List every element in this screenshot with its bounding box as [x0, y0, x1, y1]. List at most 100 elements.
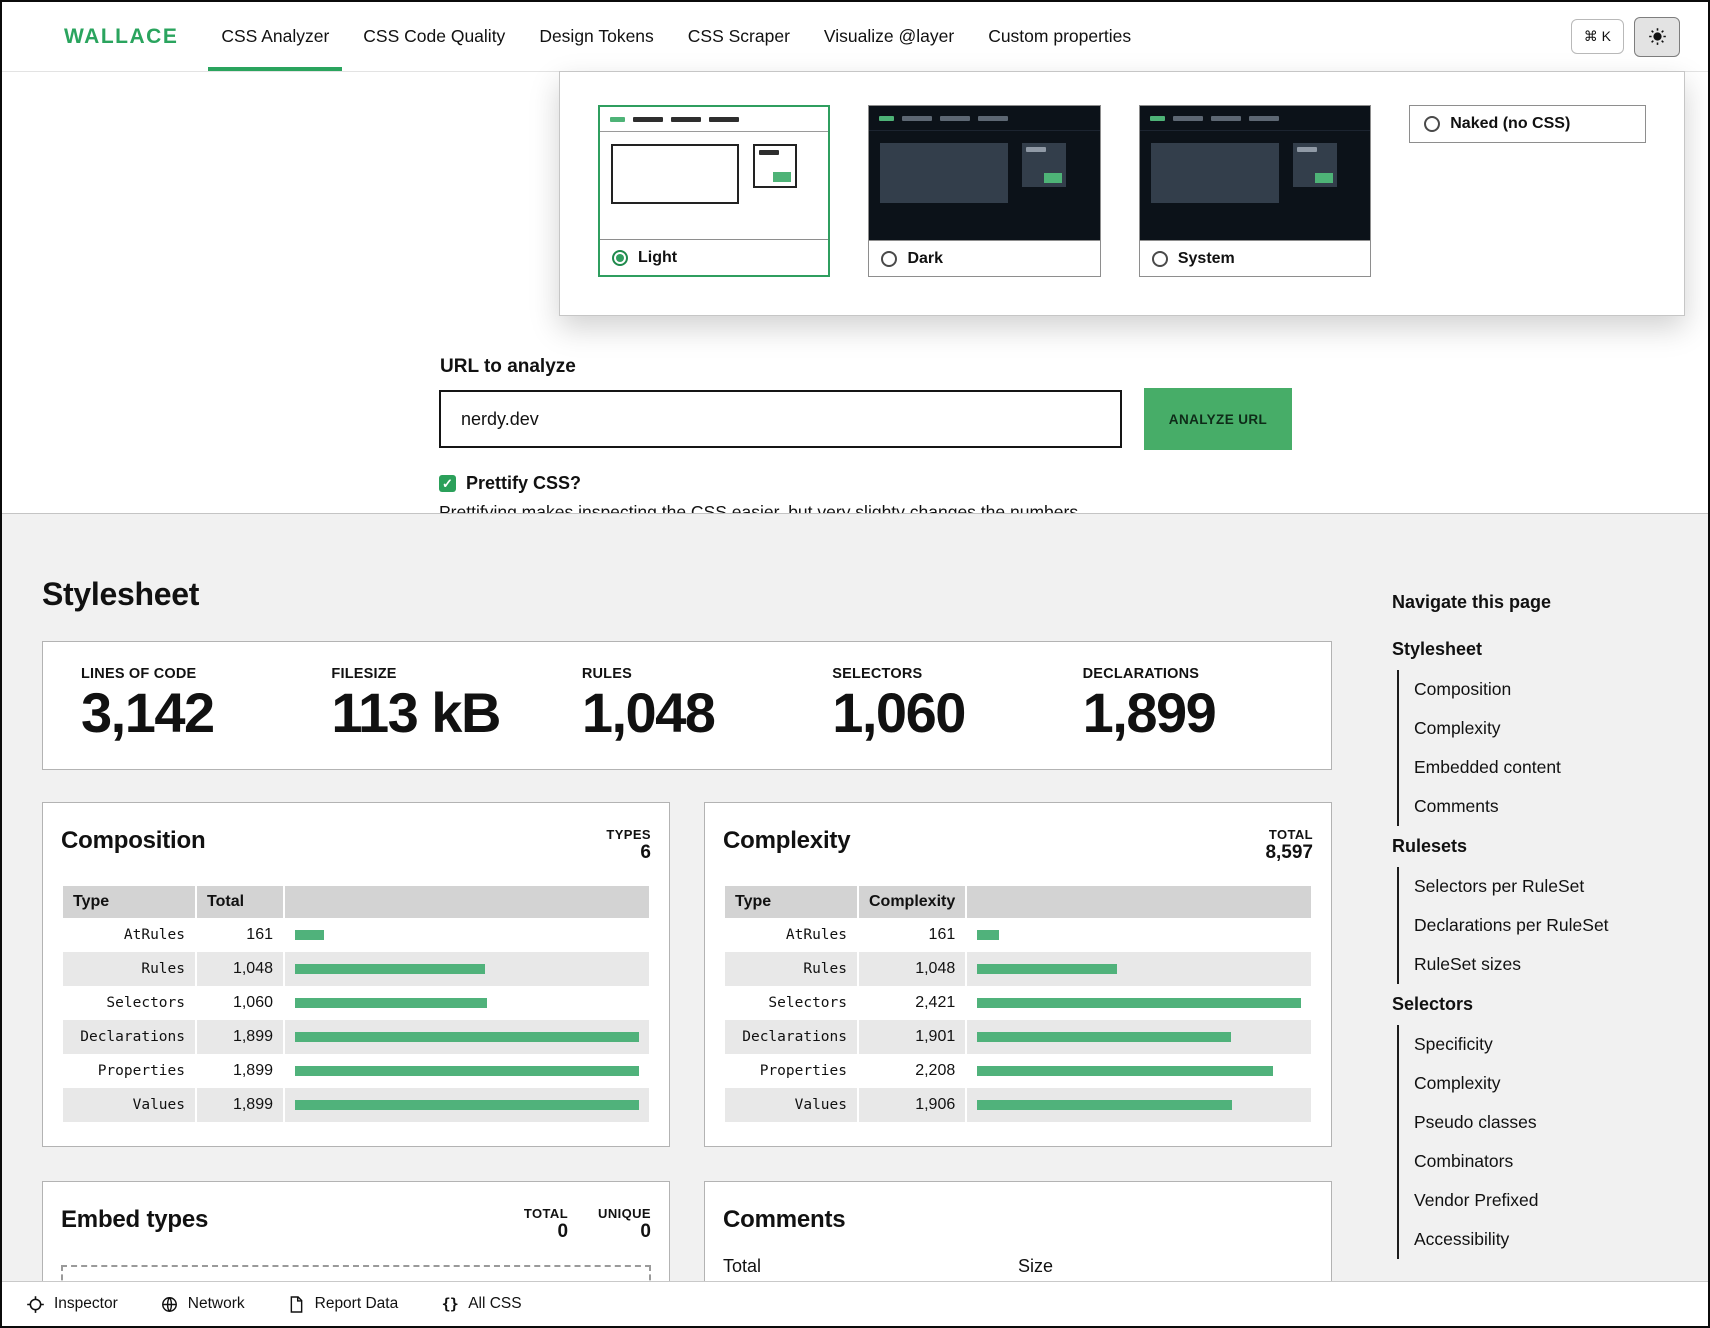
toc-item-accessibility[interactable]: Accessibility — [1414, 1220, 1692, 1259]
theme-toggle-button[interactable] — [1634, 17, 1680, 57]
table-row: Declarations1,899 — [63, 1020, 649, 1054]
light-theme-preview — [600, 107, 828, 239]
row-value: 1,048 — [197, 952, 283, 986]
footer-inspector[interactable]: Inspector — [26, 1295, 118, 1314]
theme-picker-popover: Light Dark — [559, 71, 1685, 316]
toc-group-items: SpecificityComplexityPseudo classesCombi… — [1397, 1025, 1692, 1259]
value-bar — [977, 1100, 1232, 1110]
toc-item-composition[interactable]: Composition — [1414, 670, 1692, 709]
main-nav: CSS AnalyzerCSS Code QualityDesign Token… — [204, 2, 1148, 71]
mock-input — [1151, 143, 1279, 203]
mock-toolbar — [600, 107, 828, 132]
row-type: Properties — [63, 1054, 195, 1088]
radio-naked[interactable] — [1424, 116, 1440, 132]
radio-light[interactable] — [612, 250, 628, 266]
nav-css-analyzer[interactable]: CSS Analyzer — [204, 2, 346, 71]
toc-item-combinators[interactable]: Combinators — [1414, 1142, 1692, 1181]
footer-all-css[interactable]: {}All CSS — [440, 1295, 521, 1314]
mock-button — [1315, 173, 1333, 183]
command-k-button[interactable]: ⌘ K — [1571, 19, 1624, 54]
toc-item-specificity[interactable]: Specificity — [1414, 1025, 1692, 1064]
value-bar — [295, 1066, 639, 1076]
toc-item-vendor-prefixed[interactable]: Vendor Prefixed — [1414, 1181, 1692, 1220]
stat-filesize: FILESIZE113 kB — [311, 666, 561, 741]
column-header — [967, 886, 1311, 918]
page-title: Stylesheet — [42, 576, 1332, 613]
top-nav: WALLACE CSS AnalyzerCSS Code QualityDesi… — [2, 2, 1708, 72]
theme-label: System — [1178, 250, 1235, 268]
dark-theme-preview — [869, 106, 1099, 240]
theme-option-system[interactable]: System — [1139, 105, 1371, 277]
composition-table: Type Total AtRules161Rules1,048Selectors… — [61, 886, 651, 1122]
column-header: Complexity — [859, 886, 965, 918]
toc-item-comments[interactable]: Comments — [1414, 787, 1692, 826]
row-bar-cell — [285, 1054, 649, 1088]
toc-item-embedded-content[interactable]: Embedded content — [1414, 748, 1692, 787]
theme-label: Light — [638, 249, 677, 267]
nav-custom-properties[interactable]: Custom properties — [971, 2, 1148, 71]
toc-groups: StylesheetCompositionComplexityEmbedded … — [1392, 629, 1692, 1259]
footer-network[interactable]: Network — [160, 1295, 245, 1314]
value-bar — [977, 998, 1301, 1008]
radio-dark[interactable] — [881, 251, 897, 267]
footer-report-data[interactable]: Report Data — [287, 1295, 399, 1314]
row-bar-cell — [967, 1054, 1311, 1088]
footer-label: Report Data — [315, 1295, 399, 1313]
stat-rules: RULES1,048 — [562, 666, 812, 741]
stat-label: FILESIZE — [331, 666, 561, 682]
theme-option-naked[interactable]: Naked (no CSS) — [1409, 105, 1646, 143]
prettify-checkbox[interactable]: ✓ — [439, 475, 456, 492]
value-bar — [295, 964, 485, 974]
row-type: Selectors — [725, 986, 857, 1020]
mock-button — [773, 172, 791, 182]
row-bar-cell — [285, 986, 649, 1020]
value-bar — [295, 998, 487, 1008]
value-bar — [295, 1100, 639, 1110]
theme-option-dark[interactable]: Dark — [868, 105, 1100, 277]
table-row: Values1,899 — [63, 1088, 649, 1122]
stat-value: 3,142 — [81, 684, 311, 741]
mock-panel — [1022, 143, 1066, 187]
row-value: 1,906 — [859, 1088, 965, 1122]
toc-item-declarations-per-ruleset[interactable]: Declarations per RuleSet — [1414, 906, 1692, 945]
mock-body — [869, 131, 1099, 215]
nav-design-tokens[interactable]: Design Tokens — [522, 2, 670, 71]
mock-input — [611, 144, 739, 204]
row-bar-cell — [967, 986, 1311, 1020]
prettify-row[interactable]: ✓ Prettify CSS? — [439, 473, 581, 494]
value-bar — [977, 930, 998, 940]
footer-label: Inspector — [54, 1295, 118, 1313]
theme-option-light[interactable]: Light — [598, 105, 830, 277]
radio-system[interactable] — [1152, 251, 1168, 267]
nav-visualize-layer[interactable]: Visualize @layer — [807, 2, 971, 71]
stat-value: 1,060 — [832, 684, 1062, 741]
column-header — [285, 886, 649, 918]
toc-item-complexity[interactable]: Complexity — [1414, 1064, 1692, 1103]
prettify-label: Prettify CSS? — [466, 473, 581, 494]
theme-caption: System — [1140, 240, 1370, 276]
row-value: 1,901 — [859, 1020, 965, 1054]
mock-body — [1140, 131, 1370, 215]
toc-group-rulesets: Rulesets — [1392, 826, 1692, 867]
toc-item-pseudo-classes[interactable]: Pseudo classes — [1414, 1103, 1692, 1142]
row-bar-cell — [285, 918, 649, 952]
toc-item-ruleset-sizes[interactable]: RuleSet sizes — [1414, 945, 1692, 984]
row-type: Rules — [63, 952, 195, 986]
report-section: Stylesheet LINES OF CODE3,142FILESIZE113… — [2, 513, 1708, 1326]
toc-item-complexity[interactable]: Complexity — [1414, 709, 1692, 748]
toc-item-selectors-per-ruleset[interactable]: Selectors per RuleSet — [1414, 867, 1692, 906]
mock-input — [880, 143, 1008, 203]
nav-css-scraper[interactable]: CSS Scraper — [671, 2, 807, 71]
theme-label: Dark — [907, 250, 943, 268]
value-bar — [977, 1032, 1231, 1042]
table-row: AtRules161 — [725, 918, 1311, 952]
card-meta: TOTAL 0 — [524, 1206, 568, 1243]
analyze-url-button[interactable]: ANALYZE URL — [1144, 388, 1292, 450]
card-title: Embed types — [61, 1206, 208, 1234]
mock-toolbar — [1140, 106, 1370, 131]
url-input[interactable] — [439, 390, 1122, 448]
value-bar — [977, 964, 1117, 974]
system-theme-preview — [1140, 106, 1370, 240]
nav-css-code-quality[interactable]: CSS Code Quality — [346, 2, 522, 71]
row-value: 2,208 — [859, 1054, 965, 1088]
